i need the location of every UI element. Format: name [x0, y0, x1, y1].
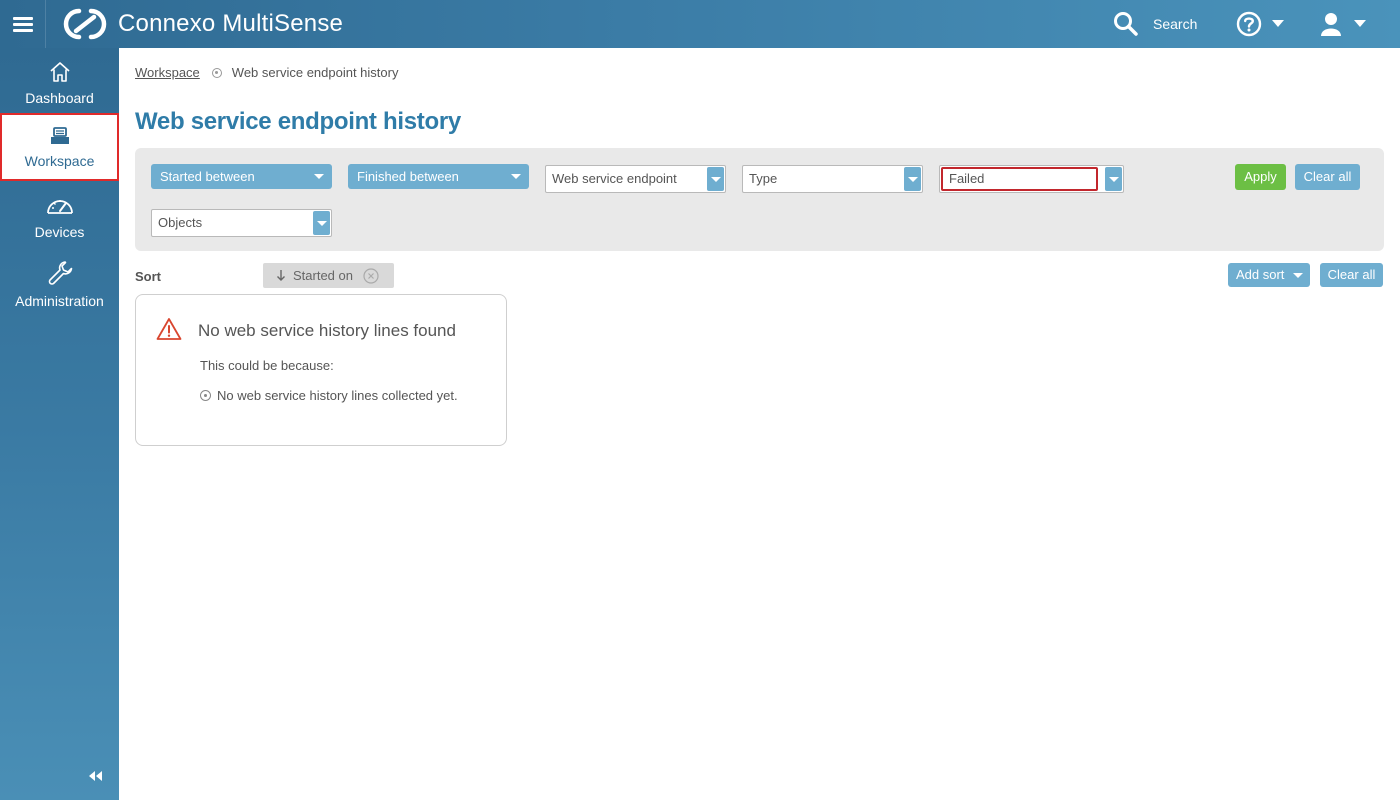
apply-button[interactable]: Apply — [1235, 164, 1286, 190]
empty-state-subtitle: This could be because: — [200, 358, 334, 373]
help-caret-icon[interactable] — [1272, 20, 1284, 27]
remove-sort-icon[interactable] — [363, 268, 379, 284]
chevron-down-icon — [1293, 273, 1303, 278]
help-icon[interactable] — [1236, 11, 1262, 37]
chevron-down-icon — [511, 174, 521, 179]
started-between-label: Started between — [160, 169, 255, 184]
add-sort-button[interactable]: Add sort — [1228, 263, 1310, 287]
add-sort-label: Add sort — [1236, 267, 1285, 282]
web-service-endpoint-placeholder: Web service endpoint — [552, 171, 677, 186]
empty-state-title: No web service history lines found — [198, 321, 456, 340]
sort-label: Sort — [135, 269, 161, 284]
breadcrumb-separator-icon — [211, 67, 222, 78]
home-icon — [49, 62, 70, 82]
search-icon[interactable] — [1113, 11, 1139, 37]
sidebar-item-devices[interactable]: Devices — [0, 182, 119, 248]
started-between-filter[interactable]: Started between — [151, 164, 332, 189]
dropdown-trigger-icon[interactable] — [904, 167, 921, 191]
user-caret-icon[interactable] — [1354, 20, 1366, 27]
breadcrumb-workspace-link[interactable]: Workspace — [135, 65, 200, 80]
objects-combo[interactable]: Objects — [151, 209, 332, 237]
user-icon[interactable] — [1318, 12, 1344, 36]
finished-between-label: Finished between — [357, 169, 459, 184]
dropdown-trigger-icon[interactable] — [313, 211, 330, 235]
empty-state-reason: No web service history lines collected y… — [200, 388, 458, 403]
page-title: Web service endpoint history — [135, 108, 461, 135]
arrow-down-icon — [277, 270, 285, 281]
dropdown-trigger-icon[interactable] — [1105, 167, 1122, 191]
sidebar-item-administration[interactable]: Administration — [0, 247, 119, 313]
empty-state-card: No web service history lines found This … — [135, 294, 507, 446]
top-header: Connexo MultiSense Search — [0, 0, 1400, 48]
objects-placeholder: Objects — [158, 215, 203, 230]
breadcrumb: Workspace Web service endpoint history — [135, 65, 398, 80]
gauge-icon — [46, 194, 73, 214]
sidebar: Dashboard Workspace Devices Administrati… — [0, 48, 119, 800]
sidebar-item-label: Devices — [34, 224, 85, 240]
finished-between-filter[interactable]: Finished between — [348, 164, 529, 189]
clear-all-sort-button[interactable]: Clear all — [1320, 263, 1383, 287]
collapse-sidebar-icon[interactable] — [87, 770, 103, 782]
sort-chip-label: Started on — [293, 268, 353, 283]
bullet-icon — [200, 390, 211, 401]
type-placeholder: Type — [749, 171, 778, 186]
breadcrumb-current: Web service endpoint history — [231, 65, 399, 80]
type-combo[interactable]: Type — [742, 165, 923, 193]
hamburger-menu-icon[interactable] — [0, 0, 46, 48]
wrench-icon — [48, 261, 72, 285]
empty-state-reason-text: No web service history lines collected y… — [217, 388, 458, 403]
status-input[interactable]: Failed — [941, 167, 1098, 191]
search-label[interactable]: Search — [1153, 16, 1197, 32]
app-title: Connexo MultiSense — [118, 10, 344, 37]
chevron-down-icon — [314, 174, 324, 179]
connexo-logo — [63, 8, 107, 40]
sidebar-item-dashboard[interactable]: Dashboard — [0, 48, 119, 114]
sidebar-item-workspace[interactable]: Workspace — [0, 113, 119, 181]
clear-all-filters-button[interactable]: Clear all — [1295, 164, 1360, 190]
warning-icon — [156, 318, 182, 340]
workspace-icon — [50, 127, 69, 144]
sidebar-item-label: Administration — [15, 293, 104, 309]
status-combo[interactable]: Failed — [939, 165, 1124, 193]
sidebar-item-label: Workspace — [24, 153, 95, 169]
web-service-endpoint-combo[interactable]: Web service endpoint — [545, 165, 726, 193]
dropdown-trigger-icon[interactable] — [707, 167, 724, 191]
sort-chip-started-on[interactable]: Started on — [263, 263, 394, 288]
sidebar-item-label: Dashboard — [25, 90, 94, 106]
